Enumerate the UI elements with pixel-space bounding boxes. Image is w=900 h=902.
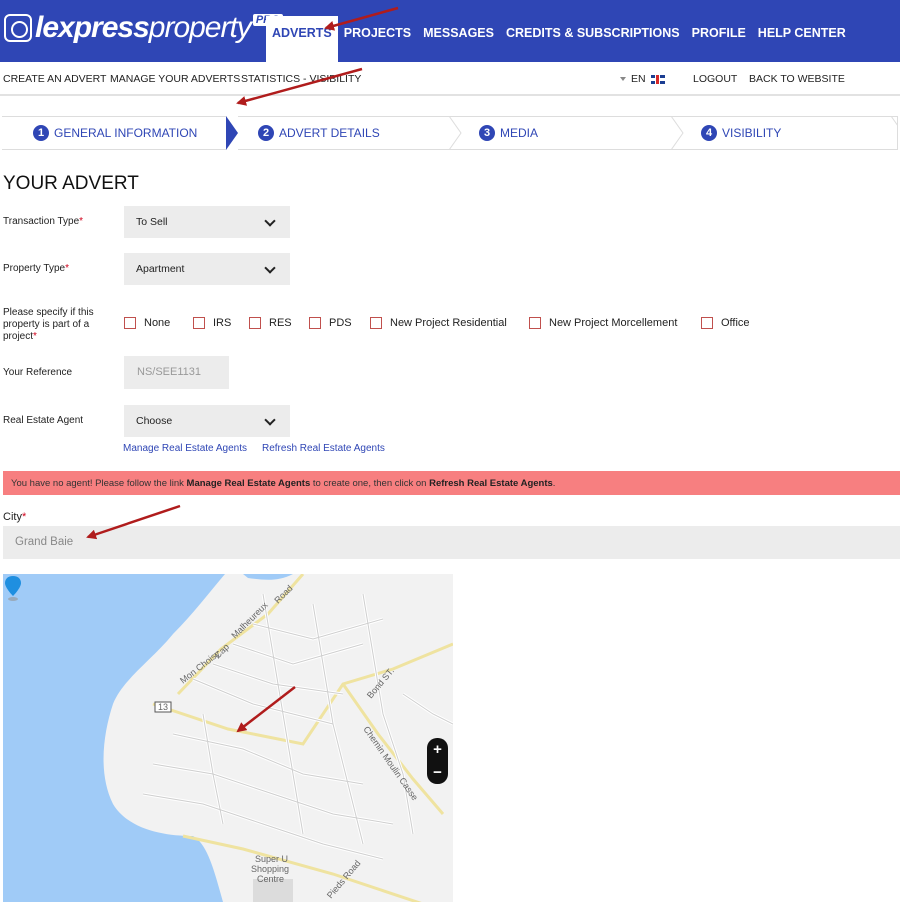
map-label-centre: Centre <box>257 874 284 884</box>
property-type-value: Apartment <box>136 263 185 275</box>
route-13-label: 13 <box>158 702 168 712</box>
step-number: 1 <box>33 125 49 141</box>
step-advert-details[interactable]: 2 ADVERT DETAILS <box>238 116 462 150</box>
city-label: City* <box>3 511 27 523</box>
page-title: YOUR ADVERT <box>3 173 139 194</box>
map-canvas[interactable]: 13 Mon Choisy Cap Malheureux Road Bond S… <box>3 574 453 902</box>
checkbox[interactable] <box>193 317 205 329</box>
step-label: GENERAL INFORMATION <box>54 126 198 140</box>
option-new-project-morcellement[interactable]: New Project Morcellement <box>529 317 677 329</box>
nav-credits-subscriptions[interactable]: CREDITS & SUBSCRIPTIONS <box>500 16 686 62</box>
option-pds[interactable]: PDS <box>309 317 352 329</box>
nav-messages[interactable]: MESSAGES <box>417 16 500 62</box>
checkbox[interactable] <box>249 317 261 329</box>
alert-refresh-link[interactable]: Refresh Real Estate Agents <box>429 478 553 489</box>
zoom-out-button[interactable]: − <box>427 761 448 784</box>
nav-adverts[interactable]: ADVERTS <box>266 16 338 62</box>
checkbox[interactable] <box>309 317 321 329</box>
back-to-website-link[interactable]: BACK TO WEBSITE <box>749 73 845 85</box>
subnav-statistics-visibility[interactable]: STATISTICS - VISIBILITY <box>241 73 361 85</box>
no-agent-alert: You have no agent! Please follow the lin… <box>3 471 900 495</box>
logout-link[interactable]: LOGOUT <box>693 73 737 85</box>
checkbox[interactable] <box>370 317 382 329</box>
brand-name: lexpressproperty <box>35 11 252 44</box>
option-res[interactable]: RES <box>249 317 292 329</box>
transaction-type-label: Transaction Type* <box>3 216 84 227</box>
wizard-steps: 1 GENERAL INFORMATION 2 ADVERT DETAILS 3… <box>2 116 898 150</box>
option-irs[interactable]: IRS <box>193 317 231 329</box>
subnav-manage-adverts[interactable]: MANAGE YOUR ADVERTS <box>110 73 240 85</box>
step-general-information[interactable]: 1 GENERAL INFORMATION <box>2 116 238 150</box>
nav-profile[interactable]: PROFILE <box>686 16 752 62</box>
caret-down-icon <box>620 77 626 82</box>
option-new-project-residential[interactable]: New Project Residential <box>370 317 507 329</box>
agent-label: Real Estate Agent <box>3 415 84 426</box>
chevron-down-icon <box>264 215 276 227</box>
property-type-label: Property Type* <box>3 263 69 274</box>
agent-select-value: Choose <box>136 415 173 427</box>
project-question-label: Please specify if this property is part … <box>3 307 94 342</box>
map-zoom-control: + − <box>427 738 448 784</box>
city-input[interactable]: Grand Baie <box>3 526 900 559</box>
alert-manage-link[interactable]: Manage Real Estate Agents <box>187 478 311 489</box>
language-selector[interactable]: EN <box>620 73 665 85</box>
manage-agents-link[interactable]: Manage Real Estate Agents <box>123 443 247 454</box>
step-label: ADVERT DETAILS <box>279 126 380 140</box>
chevron-down-icon <box>264 414 276 426</box>
uk-flag-icon <box>650 74 665 84</box>
transaction-type-select[interactable]: To Sell <box>124 206 290 238</box>
checkbox[interactable] <box>124 317 136 329</box>
step-number: 2 <box>258 125 274 141</box>
chevron-down-icon <box>264 262 276 274</box>
map-label-super-u: Super U <box>255 854 288 864</box>
checkbox[interactable] <box>529 317 541 329</box>
main-nav: ADVERTS PROJECTS MESSAGES CREDITS & SUBS… <box>266 16 852 62</box>
step-label: MEDIA <box>500 126 539 140</box>
checkbox[interactable] <box>701 317 713 329</box>
zoom-in-button[interactable]: + <box>427 738 448 761</box>
refresh-agents-link[interactable]: Refresh Real Estate Agents <box>262 443 385 454</box>
property-type-select[interactable]: Apartment <box>124 253 290 285</box>
reference-label: Your Reference <box>3 367 73 378</box>
brand-logo[interactable]: lexpressproperty PRO <box>4 10 283 46</box>
agent-select[interactable]: Choose <box>124 405 290 437</box>
option-none[interactable]: None <box>124 317 170 329</box>
map-label-shopping: Shopping <box>251 864 289 874</box>
map-label-malheureux: Malheureux <box>229 600 270 641</box>
step-visibility[interactable]: 4 VISIBILITY <box>684 116 898 150</box>
subnav-create-advert[interactable]: CREATE AN ADVERT <box>3 73 106 85</box>
top-header: lexpressproperty PRO ADVERTS PROJECTS ME… <box>0 0 900 62</box>
option-office[interactable]: Office <box>701 317 750 329</box>
sub-nav: CREATE AN ADVERT MANAGE YOUR ADVERTS STA… <box>0 62 900 96</box>
location-pin-icon[interactable] <box>3 574 23 602</box>
step-number: 4 <box>701 125 717 141</box>
home-logo-icon <box>4 14 32 42</box>
map-label-pieds-road: Pieds Road <box>325 858 363 900</box>
step-number: 3 <box>479 125 495 141</box>
reference-field: NS/SEE1131 <box>124 356 229 389</box>
step-media[interactable]: 3 MEDIA <box>462 116 684 150</box>
step-label: VISIBILITY <box>722 126 782 140</box>
location-map[interactable]: 13 Mon Choisy Cap Malheureux Road Bond S… <box>3 574 453 902</box>
transaction-type-value: To Sell <box>136 216 168 228</box>
language-code: EN <box>631 73 646 85</box>
nav-projects[interactable]: PROJECTS <box>338 16 417 62</box>
nav-help-center[interactable]: HELP CENTER <box>752 16 852 62</box>
